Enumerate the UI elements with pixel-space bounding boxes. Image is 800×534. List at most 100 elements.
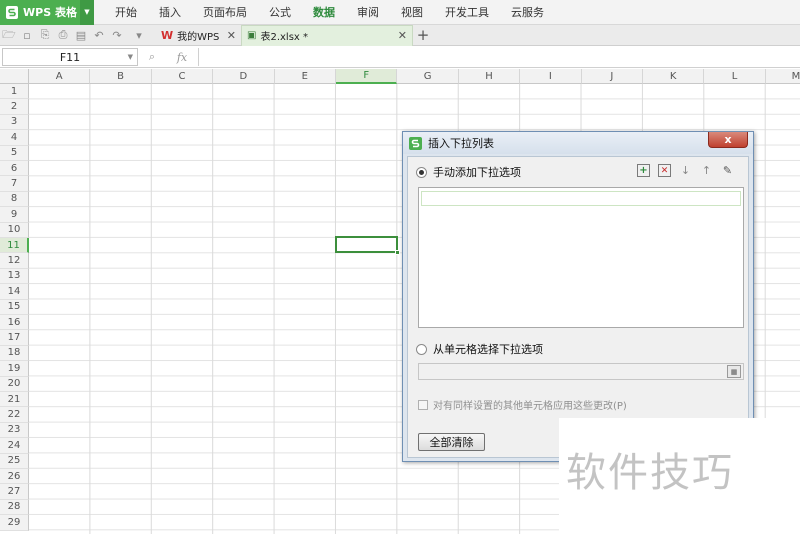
row-header[interactable]: 22	[0, 407, 29, 423]
row-header[interactable]: 11	[0, 238, 29, 254]
manual-option-row[interactable]: 手动添加下拉选项	[416, 164, 521, 180]
row-header[interactable]: 29	[0, 515, 29, 531]
quick-access-dropdown-icon[interactable]: ▾	[130, 26, 148, 44]
move-down-icon[interactable]: ↓	[679, 164, 692, 177]
row-header[interactable]: 12	[0, 253, 29, 269]
menu-view[interactable]: 视图	[390, 0, 434, 25]
menu-formulas[interactable]: 公式	[258, 0, 302, 25]
column-header[interactable]: B	[90, 69, 152, 84]
print-preview-icon[interactable]: ▤	[72, 26, 90, 44]
row-header[interactable]: 4	[0, 130, 29, 146]
column-header[interactable]: J	[581, 69, 643, 84]
row-header[interactable]: 23	[0, 422, 29, 439]
row-header[interactable]: 19	[0, 361, 29, 377]
range-option-row[interactable]: 从单元格选择下拉选项	[416, 341, 543, 357]
row-header[interactable]: 13	[0, 268, 29, 285]
open-icon[interactable]: 🗁	[0, 26, 18, 44]
name-box[interactable]: F11 ▼	[2, 48, 138, 66]
row-header[interactable]: 28	[0, 499, 29, 516]
apply-to-similar-row[interactable]: 对有同样设置的其他单元格应用这些更改(P)	[418, 397, 627, 412]
row-header[interactable]: 10	[0, 222, 29, 238]
row-header[interactable]: 15	[0, 299, 29, 315]
select-all-corner[interactable]	[0, 69, 29, 84]
tab-my-wps[interactable]: W 我的WPS ✕	[156, 25, 241, 46]
row-header[interactable]: 5	[0, 145, 29, 161]
row-header[interactable]: 14	[0, 284, 29, 300]
dialog-title-bar[interactable]: 插入下拉列表	[403, 132, 753, 154]
row-header[interactable]: 24	[0, 438, 29, 454]
app-name: WPS 表格	[23, 6, 77, 19]
row-header[interactable]: 6	[0, 161, 29, 177]
add-item-icon[interactable]: +	[637, 164, 650, 177]
dialog-close-button[interactable]: x	[708, 132, 748, 148]
export-icon[interactable]: ⎘	[36, 26, 54, 44]
redo-icon[interactable]: ↷	[108, 26, 126, 44]
active-cell[interactable]	[335, 236, 400, 255]
app-dropdown-icon[interactable]: ▼	[80, 0, 94, 25]
dropdown-options-list[interactable]	[418, 187, 744, 328]
row-header[interactable]: 8	[0, 191, 29, 208]
new-tab-plus-icon[interactable]: +	[413, 26, 433, 44]
option-entry-field[interactable]	[421, 191, 741, 206]
column-header[interactable]: K	[643, 69, 705, 84]
row-header[interactable]: 18	[0, 345, 29, 362]
column-header[interactable]: L	[704, 69, 766, 84]
range-input[interactable]: ▦	[418, 363, 744, 380]
row-header[interactable]: 9	[0, 207, 29, 223]
delete-item-icon[interactable]: ✕	[658, 164, 671, 177]
row-header[interactable]: 21	[0, 392, 29, 408]
tab-document-label: 表2.xlsx *	[260, 32, 308, 43]
app-menu-button[interactable]: WPS 表格 ▼	[0, 0, 94, 25]
column-header[interactable]: C	[151, 69, 214, 84]
column-header[interactable]: A	[29, 69, 91, 84]
manual-option-label: 手动添加下拉选项	[433, 166, 521, 179]
row-header[interactable]: 1	[0, 84, 29, 100]
column-header[interactable]: G	[397, 69, 459, 84]
menu-cloud-service[interactable]: 云服务	[500, 0, 555, 25]
fill-handle[interactable]	[395, 250, 400, 255]
clear-all-button[interactable]: 全部清除	[418, 433, 485, 451]
close-icon[interactable]: ✕	[398, 29, 407, 42]
row-header[interactable]: 20	[0, 376, 29, 392]
row-header[interactable]: 17	[0, 330, 29, 346]
manual-radio[interactable]	[416, 166, 427, 178]
close-icon[interactable]: ✕	[227, 29, 236, 42]
dialog-title: 插入下拉列表	[428, 137, 494, 150]
menu-home[interactable]: 开始	[104, 0, 148, 25]
print-icon[interactable]: ⎙	[54, 26, 72, 44]
apply-checkbox[interactable]	[418, 399, 428, 410]
column-header[interactable]: F	[336, 69, 398, 84]
row-header[interactable]: 2	[0, 99, 29, 115]
move-up-icon[interactable]: ↑	[700, 164, 713, 177]
menu-review[interactable]: 审阅	[346, 0, 390, 25]
column-header[interactable]: M	[765, 69, 800, 84]
column-header[interactable]: H	[458, 69, 521, 84]
row-header[interactable]: 27	[0, 484, 29, 500]
undo-icon[interactable]: ↶	[90, 26, 108, 44]
menu-developer[interactable]: 开发工具	[434, 0, 500, 25]
formula-bar: F11 ▼ ⌕ fx	[0, 47, 800, 68]
menu-page-layout[interactable]: 页面布局	[192, 0, 258, 25]
range-radio[interactable]	[416, 343, 427, 355]
row-header[interactable]: 3	[0, 114, 29, 131]
tab-document[interactable]: ▣ 表2.xlsx * ✕	[241, 24, 413, 46]
watermark-text: 软件技巧	[566, 450, 734, 496]
column-header[interactable]: D	[213, 69, 275, 84]
wps-logo-icon	[409, 136, 422, 150]
column-header[interactable]: I	[520, 69, 582, 84]
save-icon[interactable]: ▫	[18, 26, 36, 44]
select-range-icon[interactable]: ▦	[727, 365, 741, 378]
row-header[interactable]: 16	[0, 315, 29, 331]
row-header[interactable]: 25	[0, 453, 29, 469]
row-header[interactable]: 7	[0, 176, 29, 192]
column-header[interactable]: E	[274, 69, 336, 84]
row-header[interactable]: 26	[0, 469, 29, 485]
formula-input[interactable]	[198, 48, 800, 66]
zoom-function-icon[interactable]: ⌕	[149, 50, 155, 64]
menu-bar: WPS 表格 ▼ 开始 插入 页面布局 公式 数据 审阅 视图 开发工具 云服务	[0, 0, 800, 25]
chevron-down-icon[interactable]: ▼	[128, 53, 133, 61]
menu-data[interactable]: 数据	[302, 0, 346, 25]
edit-pencil-icon[interactable]: ✎	[721, 164, 734, 177]
menu-insert[interactable]: 插入	[148, 0, 192, 25]
insert-function-button[interactable]: fx	[177, 51, 187, 64]
